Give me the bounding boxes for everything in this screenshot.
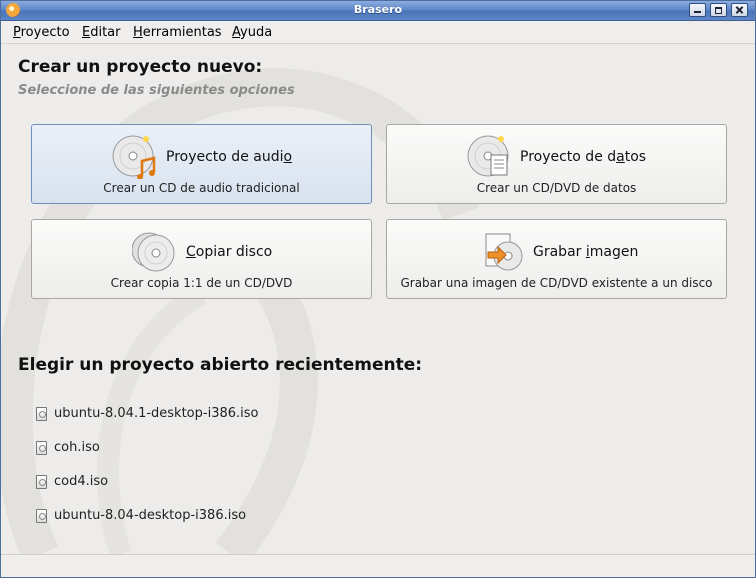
burn-image-button[interactable]: Grabar imagen Grabar una imagen de CD/DV… [386, 219, 727, 299]
copy-disc-desc: Crear copia 1:1 de un CD/DVD [110, 276, 293, 290]
menu-proyecto-mnemonic: P [13, 25, 21, 40]
copy-title-mnemonic: C [186, 244, 196, 260]
window-title: Brasero [353, 3, 403, 16]
audio-project-button[interactable]: Proyecto de audio Crear un CD de audio t… [31, 124, 372, 204]
menu-editar[interactable]: Editar [82, 25, 121, 40]
minimize-button[interactable] [689, 3, 706, 17]
burn-image-icon [485, 233, 523, 271]
menu-ayuda-mnemonic: A [232, 25, 241, 40]
close-button[interactable] [731, 3, 748, 17]
recent-project-name: ubuntu-8.04.1-desktop-i386.iso [54, 406, 259, 421]
disc-image-file-icon [36, 509, 47, 523]
main-content: Crear un proyecto nuevo: Seleccione de l… [1, 44, 755, 554]
audio-title-mnemonic: o [283, 149, 293, 165]
recent-projects-heading: Elegir un proyecto abierto recientemente… [18, 355, 423, 375]
recent-project-name: ubuntu-8.04-desktop-i386.iso [54, 508, 247, 523]
menu-proyecto[interactable]: Proyecto [13, 25, 70, 40]
menu-herramientas-mnemonic: H [133, 25, 143, 40]
data-title-part1: Proyecto de d [520, 149, 617, 165]
audio-title-part1: Proyecto de audi [166, 149, 284, 165]
page-subheading: Seleccione de las siguientes opciones [18, 83, 295, 98]
background-watermark [1, 68, 479, 554]
copy-disc-button[interactable]: Copiar disco Crear copia 1:1 de un CD/DV… [31, 219, 372, 299]
disc-image-file-icon [36, 475, 47, 489]
recent-project-name: cod4.iso [54, 474, 109, 489]
burn-title-part1: Grabar [533, 244, 586, 260]
menu-herramientas-label: erramientas [142, 25, 222, 40]
audio-project-title: Proyecto de audio [166, 149, 292, 165]
burn-title-part2: magen [589, 244, 639, 260]
menu-herramientas[interactable]: Herramientas [133, 25, 222, 40]
data-title-part2: tos [624, 149, 647, 165]
burn-image-title: Grabar imagen [533, 244, 638, 260]
menu-ayuda[interactable]: Ayuda [232, 25, 272, 40]
menu-editar-label: ditar [90, 25, 121, 40]
title-bar[interactable]: Brasero [1, 1, 755, 21]
copy-disc-title: Copiar disco [186, 244, 272, 260]
burn-image-desc: Grabar una imagen de CD/DVD existente a … [400, 276, 713, 290]
data-title-mnemonic: a [616, 149, 625, 165]
data-disc-icon [467, 135, 509, 177]
data-project-button[interactable]: Proyecto de datos Crear un CD/DVD de dat… [386, 124, 727, 204]
disc-image-file-icon [36, 441, 47, 455]
recent-project-name: coh.iso [54, 440, 100, 455]
brasero-window: Brasero Proyecto Editar Herramientas Ayu… [0, 0, 756, 578]
copy-title-part2: opiar disco [195, 244, 273, 260]
menu-bar: Proyecto Editar Herramientas Ayuda [1, 21, 755, 44]
disc-image-file-icon [36, 407, 47, 421]
copy-disc-icon [132, 232, 175, 272]
menu-ayuda-label: yuda [240, 25, 273, 40]
status-bar [1, 554, 755, 577]
data-project-desc: Crear un CD/DVD de datos [476, 181, 637, 195]
audio-disc-icon [112, 135, 156, 179]
menu-proyecto-label: royecto [20, 25, 70, 40]
page-heading: Crear un proyecto nuevo: [18, 57, 263, 77]
maximize-button[interactable] [710, 3, 727, 17]
data-project-title: Proyecto de datos [520, 149, 646, 165]
menu-editar-mnemonic: E [82, 25, 91, 40]
audio-project-desc: Crear un CD de audio tradicional [103, 181, 300, 195]
